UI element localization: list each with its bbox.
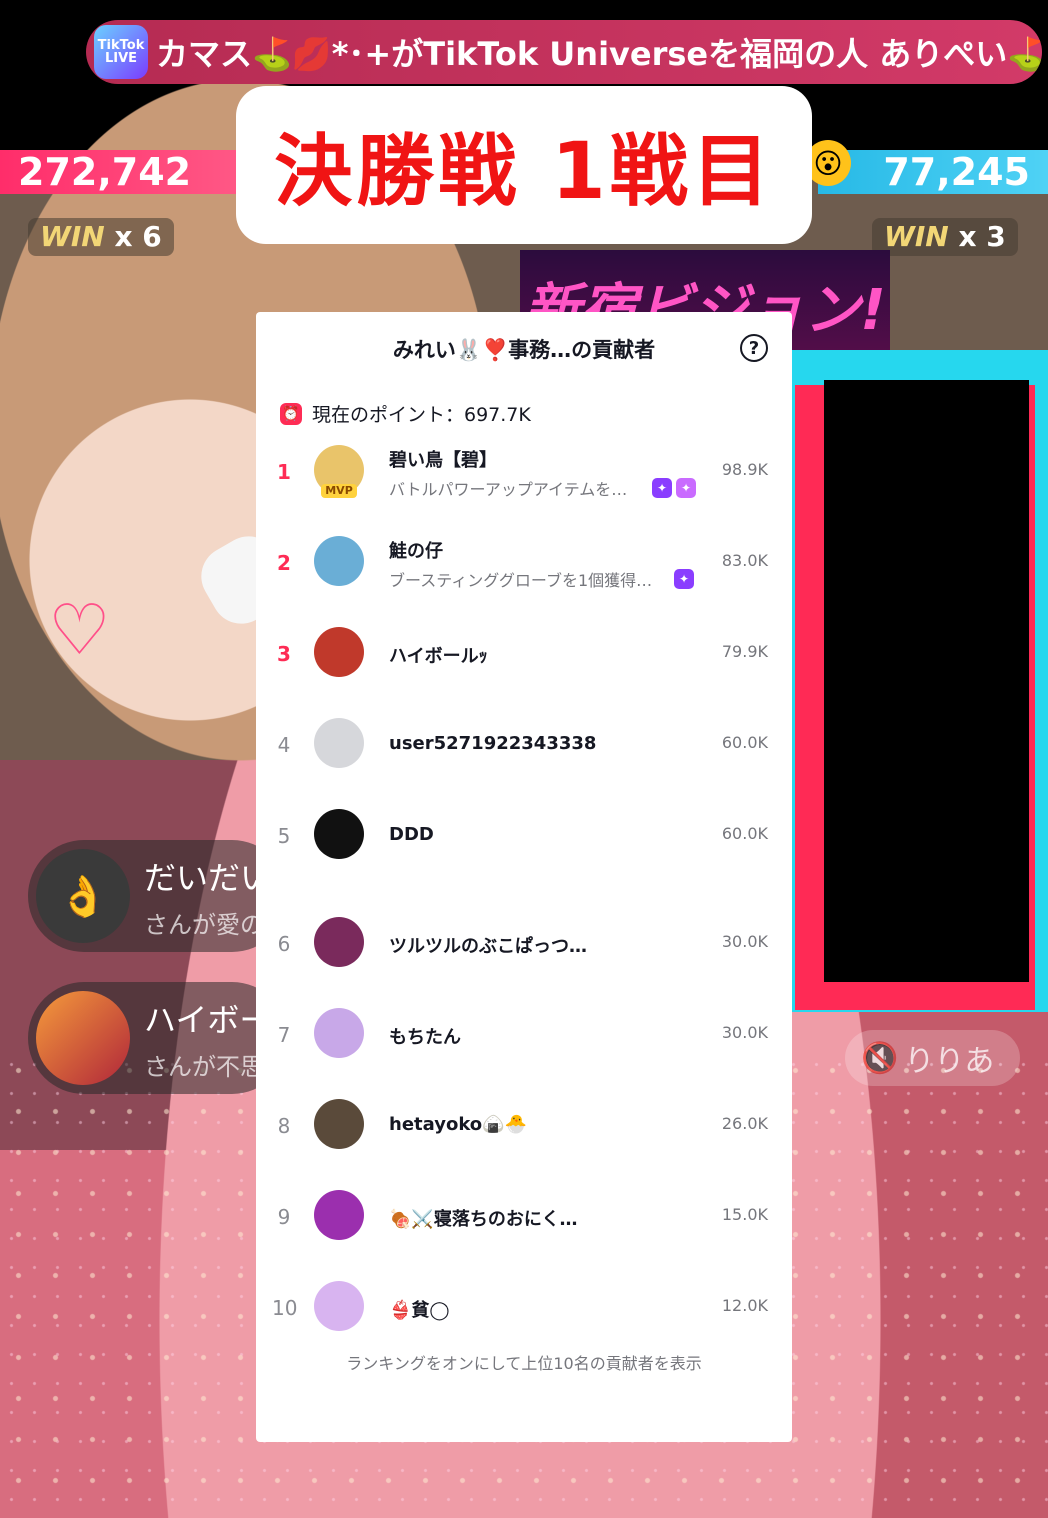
points-icon: ⏰: [280, 402, 302, 425]
banner-text: カマス⛳️💋*･+がTikTok Universeを福岡の人 ありぺい⛳️: [156, 35, 1042, 73]
contributor-row[interactable]: 5 DDD 60.0K: [256, 804, 792, 874]
avatar[interactable]: [314, 917, 364, 967]
ranking-note: ランキングをオンにして上位10名の貢献者を表示: [346, 1354, 702, 1373]
match-title-card: 決勝戦 1戦目: [236, 86, 812, 244]
contributor-name: もちたん: [389, 1027, 461, 1048]
win-count: x 3: [958, 220, 1006, 253]
avatar[interactable]: [314, 718, 364, 768]
contribution-points: 79.9K: [721, 642, 768, 661]
avatar[interactable]: [314, 1281, 364, 1331]
contributor-name: DDD: [389, 824, 434, 845]
help-icon[interactable]: ?: [740, 334, 768, 362]
contribution-points: 83.0K: [721, 551, 768, 570]
comment-text: さんが不思: [144, 1052, 264, 1081]
rank-number: 9: [277, 1205, 291, 1229]
contribution-points: 60.0K: [721, 733, 768, 752]
contributor-row[interactable]: 7 もちたん 30.0K: [256, 1003, 792, 1073]
contribution-points: 98.9K: [721, 460, 768, 479]
contributor-activity: ブースティンググローブを1個獲得…: [389, 571, 653, 590]
current-points: ⏰ 現在のポイント：697.7K: [280, 400, 531, 427]
contributor-name: 👙貧◯: [389, 1300, 450, 1321]
opponent-video-redacted: [824, 380, 1029, 982]
opponent-name: りりあ: [904, 1044, 995, 1079]
contributor-name: 碧い鳥【碧】: [389, 450, 497, 471]
universe-banner[interactable]: TikTok LIVE カマス⛳️💋*･+がTikTok Universeを福岡…: [86, 20, 1042, 84]
contributor-row[interactable]: 2 鮭の仔ブースティンググローブを1個獲得… ✦ 83.0K: [256, 531, 792, 601]
contributor-row[interactable]: 4 user5271922343338 60.0K: [256, 713, 792, 783]
left-score: 272,742: [0, 150, 250, 194]
win-count: x 6: [114, 220, 162, 253]
commenter-name: ハイボー: [144, 1000, 272, 1039]
avatar[interactable]: [314, 627, 364, 677]
rank-number: 2: [277, 551, 291, 575]
contributor-name: user5271922343338: [389, 733, 597, 754]
heart-sticker: ♡: [48, 589, 111, 671]
contributor-name: ハイボールｯ: [389, 646, 488, 667]
avatar[interactable]: [314, 809, 364, 859]
commenter-avatar: 👌: [36, 849, 130, 943]
power-up-icon: ✦: [674, 569, 694, 589]
mute-icon: 🔇: [861, 1040, 899, 1076]
rank-number: 1: [277, 460, 291, 484]
contributor-row[interactable]: 6 ツルツルのぶこぱっつ… 30.0K: [256, 912, 792, 982]
gift-comment[interactable]: 👌 だいだい さんが愛の: [28, 840, 288, 952]
contributor-activity: バトルパワーアップアイテムを…: [389, 480, 628, 499]
contributor-name: ツルツルのぶこぱっつ…: [389, 936, 587, 957]
contributor-row[interactable]: 3 ハイボールｯ 79.9K: [256, 622, 792, 692]
match-title: 決勝戦 1戦目: [274, 127, 774, 217]
contributor-row[interactable]: 10 👙貧◯ 12.0K: [256, 1276, 792, 1346]
contribution-points: 12.0K: [721, 1296, 768, 1315]
rank-number: 7: [277, 1023, 291, 1047]
comment-text: さんが愛の: [144, 910, 264, 939]
contributor-name: 鮭の仔: [389, 541, 443, 562]
contribution-points: 30.0K: [721, 932, 768, 951]
rank-number: 3: [277, 642, 291, 666]
power-up-icon: ✦: [652, 478, 672, 498]
tiktok-live-logo-icon: TikTok LIVE: [94, 25, 148, 79]
points-label: 現在のポイント：697.7K: [312, 404, 531, 426]
power-up-icon: ✦: [676, 478, 696, 498]
mvp-badge: MVP: [321, 484, 357, 498]
contributors-panel: みれい🐰❣️事務…の貢献者 ? ⏰ 現在のポイント：697.7K 1 MVP 碧い鳥…: [256, 312, 792, 1442]
right-score: 77,245: [818, 150, 1048, 194]
rank-number: 5: [277, 824, 291, 848]
contributor-row[interactable]: 1 MVP 碧い鳥【碧】バトルパワーアップアイテムを… ✦ ✦ 98.9K: [256, 440, 792, 510]
contribution-points: 60.0K: [721, 824, 768, 843]
contribution-points: 15.0K: [721, 1205, 768, 1224]
rank-number: 10: [272, 1296, 298, 1320]
avatar[interactable]: [314, 1099, 364, 1149]
commenter-name: だいだい: [144, 858, 273, 897]
contributor-row[interactable]: 9 🍖⚔️寝落ちのおにく… 15.0K: [256, 1185, 792, 1255]
contributor-name: 🍖⚔️寝落ちのおにく…: [389, 1209, 578, 1230]
commenter-avatar: [36, 991, 130, 1085]
rank-number: 4: [277, 733, 291, 757]
win-label: WIN: [884, 220, 949, 253]
right-win-badge: WIN x 3: [872, 218, 1018, 256]
contribution-points: 30.0K: [721, 1023, 768, 1042]
contribution-points: 26.0K: [721, 1114, 768, 1133]
muted-opponent-pill[interactable]: 🔇 りりあ: [845, 1030, 1020, 1086]
contributor-row[interactable]: 8 hetayoko🍙🐣 26.0K: [256, 1094, 792, 1164]
left-win-badge: WIN x 6: [28, 218, 174, 256]
avatar[interactable]: [314, 536, 364, 586]
contributor-name: hetayoko🍙🐣: [389, 1114, 527, 1135]
avatar[interactable]: [314, 1190, 364, 1240]
rank-number: 8: [277, 1114, 291, 1138]
avatar[interactable]: [314, 1008, 364, 1058]
rank-number: 6: [277, 932, 291, 956]
panel-title: みれい🐰❣️事務…の貢献者: [392, 338, 656, 362]
gift-comment[interactable]: ハイボー さんが不思: [28, 982, 288, 1094]
win-label: WIN: [40, 220, 105, 253]
